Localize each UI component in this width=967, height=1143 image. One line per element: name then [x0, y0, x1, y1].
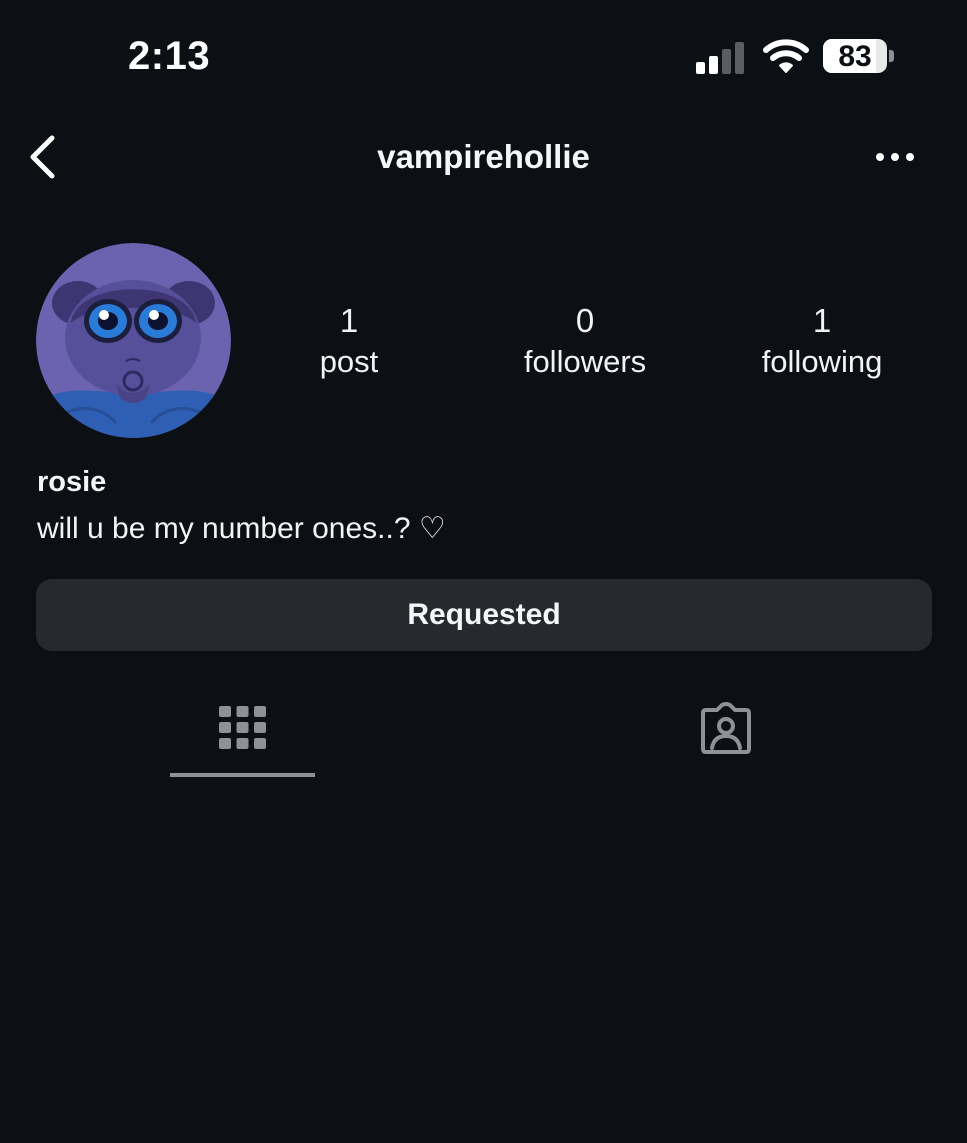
- battery-body: 83: [823, 39, 887, 73]
- tab-selected-indicator: [170, 773, 315, 777]
- stat-following-value: 1: [812, 302, 832, 339]
- stat-followers-label: followers: [523, 344, 647, 379]
- stat-posts-label: post: [319, 344, 379, 379]
- wifi-icon: [763, 39, 809, 73]
- cellular-signal-icon: [696, 40, 748, 74]
- requested-button[interactable]: Requested: [36, 579, 932, 651]
- more-horizontal-icon[interactable]: [868, 142, 922, 172]
- profile-avatar[interactable]: [36, 243, 231, 438]
- status-bar: 2:13 83: [0, 0, 967, 110]
- battery-icon: 83: [823, 39, 895, 75]
- nav-bar: vampirehollie: [0, 120, 967, 196]
- stat-following-label: following: [761, 344, 883, 379]
- battery-level: 83: [838, 40, 872, 73]
- display-name: rosie: [37, 466, 107, 498]
- stat-following[interactable]: 1 following: [712, 300, 932, 382]
- stat-posts[interactable]: 1 post: [239, 300, 459, 382]
- stat-followers-value: 0: [575, 302, 595, 339]
- grid-icon: [219, 706, 266, 749]
- tab-tagged[interactable]: [654, 690, 799, 780]
- status-time: 2:13: [128, 34, 211, 78]
- tab-posts-grid[interactable]: [170, 690, 315, 780]
- bio-text: will u be my number ones..? ♡: [37, 512, 446, 545]
- stat-posts-value: 1: [339, 302, 359, 339]
- battery-cap: [889, 50, 894, 62]
- stat-followers[interactable]: 0 followers: [475, 300, 695, 382]
- profile-username: vampirehollie: [377, 138, 590, 175]
- tagged-person-icon: [701, 702, 751, 754]
